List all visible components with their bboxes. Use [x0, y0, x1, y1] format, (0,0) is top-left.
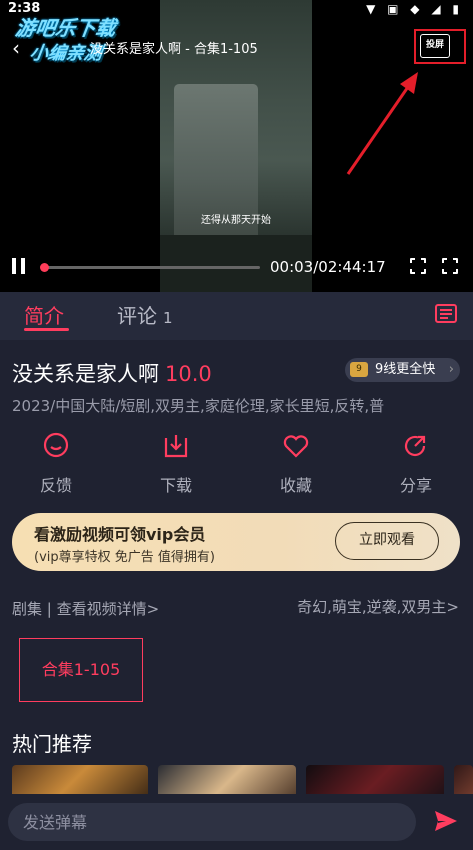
send-icon[interactable]	[434, 810, 458, 832]
progress-knob[interactable]	[40, 263, 49, 272]
favorite-label: 收藏	[279, 476, 312, 495]
line-icon: 9	[350, 362, 368, 377]
heart-icon	[283, 435, 309, 458]
feedback-button[interactable]: 反馈	[26, 432, 86, 496]
watch-now-button[interactable]: 立即观看	[335, 522, 439, 560]
vip-subtitle: (vip尊享特权 免广告 值得拥有)	[34, 550, 215, 565]
video-title: 没关系是家人啊 - 合集1-105	[90, 42, 258, 57]
vip-title: 看激励视频可领vip会员	[34, 525, 206, 544]
danmu-input[interactable]	[8, 803, 416, 841]
share-label: 分享	[399, 476, 432, 495]
fullscreen-portrait-icon[interactable]	[409, 257, 427, 275]
favorite-button[interactable]: 收藏	[266, 432, 326, 496]
show-title: 没关系是家人啊 10.0	[12, 358, 212, 388]
hot-recommend-title: 热门推荐	[12, 732, 92, 756]
highlight-box	[414, 29, 466, 64]
status-icons: ▼ ▣ ◆ ◢ ▮	[366, 2, 463, 16]
timecode: 00:03/02:44:17	[270, 258, 386, 276]
video-subtitle: 还得从那天开始	[201, 215, 271, 226]
feedback-icon	[43, 432, 69, 458]
progress-bar[interactable]	[42, 266, 260, 269]
watermark-line1: 游吧乐下载	[13, 16, 118, 40]
comments-count: 1	[163, 309, 173, 327]
episode-chip[interactable]: 合集1-105	[19, 638, 143, 702]
tab-indicator	[24, 328, 69, 331]
tab-bar: 简介 评论 1	[0, 292, 473, 340]
feedback-label: 反馈	[39, 476, 72, 495]
episodes-details-link[interactable]: 剧集 | 查看视频详情>	[12, 598, 159, 619]
share-button[interactable]: 分享	[386, 432, 446, 496]
download-button[interactable]: 下载	[146, 432, 206, 496]
download-icon	[164, 435, 188, 458]
danmu-list-icon[interactable]	[435, 304, 457, 323]
fullscreen-icon[interactable]	[441, 257, 459, 275]
share-icon	[404, 435, 426, 457]
line-switch-label: 9线更全快	[375, 362, 436, 377]
show-score: 10.0	[165, 362, 212, 386]
back-icon[interactable]: ‹	[12, 36, 20, 60]
tab-intro[interactable]: 简介	[24, 300, 64, 329]
tab-comments-label: 评论	[117, 304, 157, 328]
download-label: 下载	[159, 476, 192, 495]
annotation-arrow-icon	[346, 72, 418, 175]
show-title-text: 没关系是家人啊	[12, 362, 159, 386]
chevron-right-icon: ›	[448, 362, 454, 377]
pause-icon[interactable]	[12, 258, 26, 274]
tab-comments[interactable]: 评论 1	[117, 300, 173, 329]
show-tags: 2023/中国大陆/短剧,双男主,家庭伦理,家长里短,反转,普	[12, 397, 385, 415]
genres-link[interactable]: 奇幻,萌宝,逆袭,双男主>	[297, 596, 459, 617]
line-switch-button[interactable]: 9 9线更全快 ›	[345, 358, 460, 382]
vip-banner[interactable]: 看激励视频可领vip会员 (vip尊享特权 免广告 值得拥有) 立即观看	[12, 513, 460, 571]
